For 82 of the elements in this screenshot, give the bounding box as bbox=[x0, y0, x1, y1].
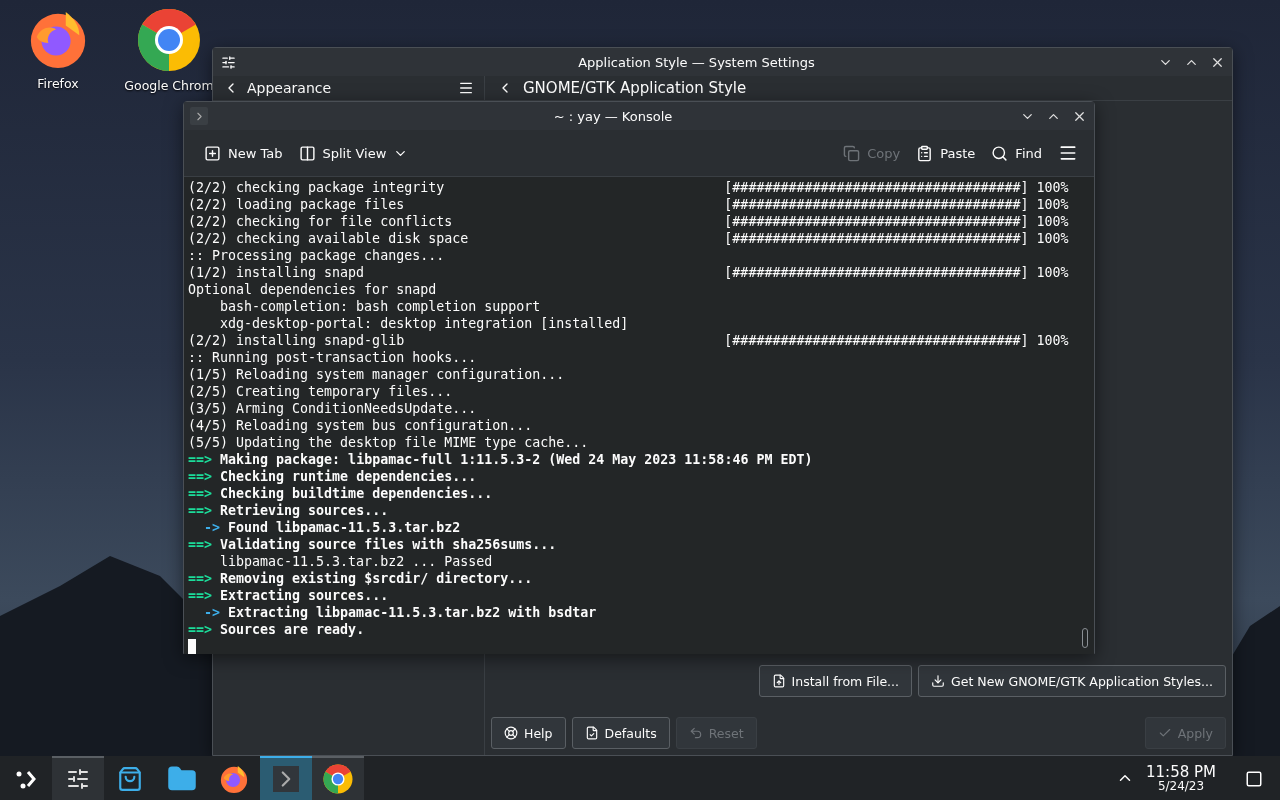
terminal-line: :: Processing package changes... bbox=[188, 247, 445, 264]
percent-text: 100% bbox=[1035, 230, 1069, 247]
taskbar-app[interactable] bbox=[52, 756, 104, 800]
terminal-line: (4/5) Reloading system bus configuration... bbox=[188, 417, 533, 434]
scrollbar[interactable] bbox=[1082, 628, 1088, 648]
terminal-line: ==> Removing existing $srcdir/ directory... bbox=[188, 570, 533, 587]
terminal-line: ==> Checking runtime dependencies... bbox=[188, 468, 477, 485]
terminal-line: Optional dependencies for snapd bbox=[188, 281, 437, 298]
action-button[interactable]: Get New GNOME/GTK Application Styles... bbox=[918, 665, 1226, 697]
progress-bar-text: [####################################] bbox=[724, 332, 1029, 349]
terminal-line: -> Extracting libpamac-11.5.3.tar.bz2 with bsdtar bbox=[203, 604, 597, 621]
shopping-bag-icon bbox=[117, 766, 143, 792]
toolbar-button[interactable]: Find bbox=[985, 140, 1048, 166]
terminal-line: (1/5) Reloading system manager configuration... bbox=[188, 366, 565, 383]
progress-bar-text: [####################################] bbox=[724, 196, 1029, 213]
percent-text: 100% bbox=[1035, 179, 1069, 196]
file-icon bbox=[771, 674, 786, 688]
percent-text: 100% bbox=[1035, 196, 1069, 213]
terminal-line: (2/2) loading package files bbox=[188, 196, 406, 213]
progress-bar-text: [####################################] bbox=[724, 230, 1029, 247]
clipboard-icon bbox=[916, 144, 934, 162]
percent-text: 100% bbox=[1035, 264, 1069, 281]
footer-button[interactable]: Defaults bbox=[571, 717, 670, 749]
sliders-icon bbox=[220, 54, 236, 70]
footer-button[interactable]: Help bbox=[491, 717, 566, 749]
clock-time: 11:58 PM bbox=[1146, 764, 1216, 780]
check-icon bbox=[1157, 726, 1172, 740]
chrome-logo-icon bbox=[323, 764, 353, 794]
chrome-logo-icon bbox=[137, 8, 201, 72]
desktop-icon[interactable]: Google Chrom bbox=[127, 8, 211, 93]
terminal-line: (3/5) Arming ConditionNeedsUpdate... bbox=[188, 400, 477, 417]
sidebar-header: Appearance bbox=[247, 80, 333, 96]
firefox-logo-icon bbox=[219, 764, 249, 794]
toolbar-button[interactable]: New Tab bbox=[198, 140, 289, 166]
toolbar-button[interactable]: Split View bbox=[292, 140, 415, 166]
menu-icon bbox=[1058, 143, 1078, 163]
text-cursor bbox=[188, 639, 196, 654]
terminal-line: (2/2) checking available disk space bbox=[188, 230, 470, 247]
progress-bar-text: [####################################] bbox=[724, 213, 1029, 230]
window-title: Application Style — System Settings bbox=[577, 54, 816, 70]
terminal-line: bash-completion: bash completion support bbox=[219, 298, 541, 315]
terminal-icon bbox=[273, 766, 299, 792]
terminal-line: (2/2) checking for file conflicts bbox=[188, 213, 454, 230]
download-icon bbox=[931, 674, 946, 688]
page-title: GNOME/GTK Application Style bbox=[523, 79, 747, 97]
taskbar-app[interactable] bbox=[260, 756, 312, 800]
clock-date: 5/24/23 bbox=[1157, 779, 1205, 792]
copy-icon bbox=[843, 144, 861, 162]
window-title: ~ : yay — Konsole bbox=[552, 108, 674, 124]
taskbar-app[interactable] bbox=[312, 756, 364, 800]
terminal-line: (2/2) checking package integrity bbox=[188, 179, 446, 196]
lifebuoy-icon bbox=[504, 726, 518, 740]
terminal-line: ==> Extracting sources... bbox=[188, 587, 389, 604]
terminal-line: :: Running post-transaction hooks... bbox=[188, 349, 477, 366]
terminal-line: xdg-desktop-portal: desktop integration [installed] bbox=[219, 315, 629, 332]
terminal-line: libpamac-11.5.3.tar.bz2 ... Passed bbox=[219, 553, 493, 570]
split-view-icon bbox=[298, 144, 316, 162]
action-button[interactable]: Install from File... bbox=[758, 665, 913, 697]
sliders-icon bbox=[66, 767, 90, 791]
terminal-line: (2/5) Creating temporary files... bbox=[188, 383, 453, 400]
search-icon bbox=[991, 144, 1009, 162]
progress-bar-text: [####################################] bbox=[724, 264, 1029, 281]
terminal-line: ==> Sources are ready. bbox=[188, 621, 365, 638]
percent-text: 100% bbox=[1035, 332, 1069, 349]
undo-icon bbox=[688, 726, 703, 740]
terminal-line: -> Found libpamac-11.5.3.tar.bz2 bbox=[203, 519, 461, 536]
desktop-icon[interactable]: Firefox bbox=[16, 8, 100, 91]
square-icon bbox=[1245, 770, 1263, 788]
terminal-line: ==> Making package: libpamac-full 1:11.5.3-2 (Wed 24 May 2023 11:58:46 PM EDT) bbox=[188, 451, 813, 468]
new-tab-icon bbox=[204, 144, 221, 162]
clock[interactable]: 11:58 PM 5/24/23 bbox=[1134, 764, 1228, 792]
terminal-line: (1/2) installing snapd bbox=[188, 264, 366, 281]
terminal-line: ==> Checking buildtime dependencies... bbox=[188, 485, 493, 502]
terminal-line: ==> Retrieving sources... bbox=[188, 502, 389, 519]
toolbar-button[interactable]: Paste bbox=[910, 140, 982, 166]
terminal-line: ==> Validating source files with sha256sums... bbox=[188, 536, 557, 553]
menu-icon[interactable] bbox=[458, 80, 474, 96]
percent-text: 100% bbox=[1035, 213, 1069, 230]
terminal-line: (2/2) installing snapd-glib bbox=[188, 332, 406, 349]
terminal-line: (5/5) Updating the desktop file MIME type cache... bbox=[188, 434, 589, 451]
file-icon bbox=[584, 726, 599, 740]
progress-bar-text: [####################################] bbox=[724, 179, 1029, 196]
